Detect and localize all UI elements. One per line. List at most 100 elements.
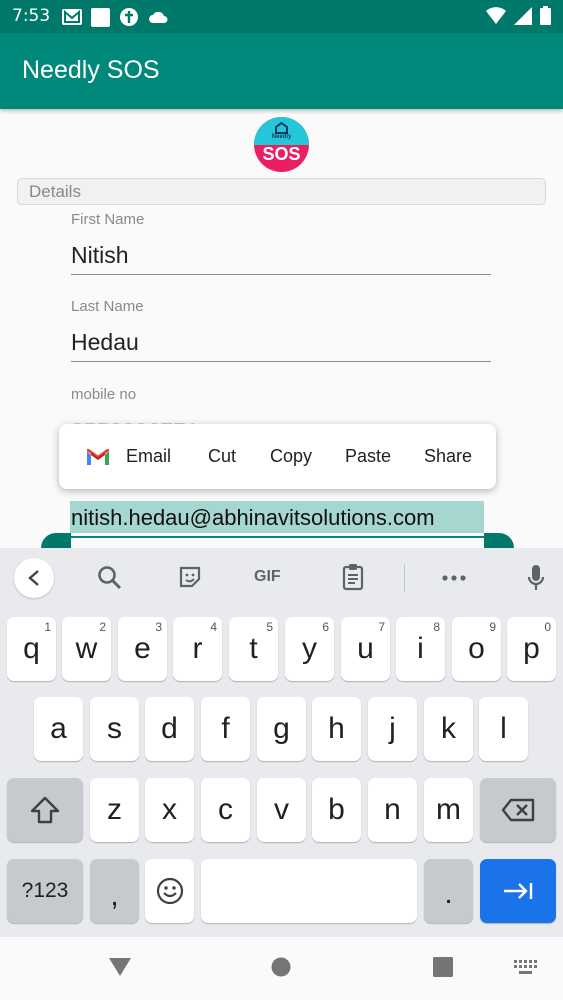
wifi-icon bbox=[486, 6, 506, 24]
clipboard-icon[interactable] bbox=[342, 563, 364, 591]
circle-icon bbox=[120, 8, 138, 26]
key-v[interactable]: v bbox=[257, 778, 306, 842]
key-s[interactable]: s bbox=[90, 697, 139, 761]
key-u[interactable]: u7 bbox=[341, 617, 390, 681]
menu-cut[interactable]: Cut bbox=[208, 446, 236, 467]
soft-keyboard: GIF q1 w2 e3 r4 t5 y6 u7 i8 o9 p0 a s d … bbox=[0, 548, 563, 937]
back-nav-icon[interactable] bbox=[108, 957, 132, 977]
key-w[interactable]: w2 bbox=[62, 617, 111, 681]
search-icon[interactable] bbox=[97, 565, 123, 591]
key-label: h bbox=[328, 712, 345, 745]
details-section-header: Details bbox=[17, 178, 546, 205]
menu-copy-label: Copy bbox=[270, 446, 313, 466]
key-label: p bbox=[523, 632, 540, 665]
key-d[interactable]: d bbox=[145, 697, 194, 761]
key-hint: 6 bbox=[322, 620, 329, 634]
key-h[interactable]: h bbox=[312, 697, 361, 761]
menu-share[interactable]: Share bbox=[424, 446, 472, 467]
key-label: f bbox=[221, 712, 230, 745]
key-label: w bbox=[75, 632, 98, 665]
key-a[interactable]: a bbox=[34, 697, 83, 761]
keyboard-switch-icon[interactable] bbox=[514, 960, 538, 976]
gif-button[interactable]: GIF bbox=[254, 568, 281, 586]
details-label: Details bbox=[29, 182, 81, 201]
key-e[interactable]: e3 bbox=[118, 617, 167, 681]
menu-cut-label: Cut bbox=[208, 446, 237, 466]
key-label: u bbox=[357, 632, 374, 665]
key-q[interactable]: q1 bbox=[7, 617, 56, 681]
text-selection-menu: Email Cut Copy Paste Share bbox=[59, 424, 496, 489]
shift-icon bbox=[30, 796, 60, 824]
first-name-field[interactable]: Nitish bbox=[71, 242, 129, 269]
backspace-icon bbox=[501, 798, 535, 822]
space-key[interactable] bbox=[201, 859, 417, 923]
key-z[interactable]: z bbox=[90, 778, 139, 842]
menu-email[interactable]: Email bbox=[86, 446, 171, 467]
key-m[interactable]: m bbox=[424, 778, 473, 842]
key-label: j bbox=[389, 712, 396, 745]
key-hint: 7 bbox=[378, 620, 385, 634]
status-time: 7:53 bbox=[12, 6, 51, 26]
battery-icon bbox=[540, 6, 551, 25]
backspace-key[interactable] bbox=[480, 778, 556, 842]
key-l[interactable]: l bbox=[479, 697, 528, 761]
key-hint: 9 bbox=[489, 620, 496, 634]
key-g[interactable]: g bbox=[257, 697, 306, 761]
period-key[interactable]: . bbox=[424, 859, 473, 923]
key-label: n bbox=[384, 793, 401, 826]
key-i[interactable]: i8 bbox=[396, 617, 445, 681]
key-j[interactable]: j bbox=[368, 697, 417, 761]
key-label: , bbox=[110, 879, 119, 912]
mic-icon[interactable] bbox=[527, 564, 545, 592]
key-r[interactable]: r4 bbox=[173, 617, 222, 681]
key-k[interactable]: k bbox=[424, 697, 473, 761]
key-p[interactable]: p0 bbox=[507, 617, 556, 681]
key-x[interactable]: x bbox=[145, 778, 194, 842]
key-label: c bbox=[218, 793, 233, 826]
gmail-icon bbox=[62, 9, 82, 25]
shift-key[interactable] bbox=[7, 778, 83, 842]
key-n[interactable]: n bbox=[368, 778, 417, 842]
next-key[interactable] bbox=[480, 859, 556, 923]
key-b[interactable]: b bbox=[312, 778, 361, 842]
menu-paste[interactable]: Paste bbox=[345, 446, 391, 467]
key-label: x bbox=[162, 793, 177, 826]
key-hint: 1 bbox=[44, 620, 51, 634]
key-label: . bbox=[444, 877, 453, 910]
key-hint: 0 bbox=[544, 620, 551, 634]
key-f[interactable]: f bbox=[201, 697, 250, 761]
sticker-icon[interactable] bbox=[178, 565, 202, 589]
key-label: z bbox=[107, 793, 122, 826]
emoji-icon bbox=[156, 877, 183, 905]
more-icon[interactable] bbox=[442, 575, 466, 581]
key-label: s bbox=[107, 712, 122, 745]
first-name-underline bbox=[71, 274, 491, 275]
menu-copy[interactable]: Copy bbox=[270, 446, 312, 467]
key-hint: 4 bbox=[210, 620, 217, 634]
first-name-label: First Name bbox=[71, 211, 145, 228]
last-name-field[interactable]: Hedau bbox=[71, 329, 139, 356]
home-nav-icon[interactable] bbox=[271, 957, 291, 977]
key-y[interactable]: y6 bbox=[285, 617, 334, 681]
symbols-key[interactable]: ?123 bbox=[7, 859, 83, 923]
key-label: o bbox=[468, 632, 485, 665]
recents-nav-icon[interactable] bbox=[433, 957, 453, 977]
key-hint: 2 bbox=[99, 620, 106, 634]
last-name-label: Last Name bbox=[71, 298, 144, 315]
navigation-bar bbox=[0, 937, 563, 1000]
logo-brand: Needly bbox=[271, 134, 292, 140]
keyboard-toolbar: GIF bbox=[0, 548, 563, 608]
key-t[interactable]: t5 bbox=[229, 617, 278, 681]
keyboard-back-button[interactable] bbox=[14, 558, 54, 598]
key-c[interactable]: c bbox=[201, 778, 250, 842]
key-label: q bbox=[23, 632, 40, 665]
cloud-icon bbox=[149, 11, 168, 23]
app-bar: Needly SOS bbox=[0, 33, 563, 109]
key-label: y bbox=[302, 632, 317, 665]
email-field[interactable]: nitish.hedau@abhinavitsolutions.com bbox=[71, 505, 435, 531]
key-label: b bbox=[328, 793, 345, 826]
comma-key[interactable]: , bbox=[90, 859, 139, 923]
emoji-key[interactable] bbox=[145, 859, 194, 923]
key-label: d bbox=[161, 712, 178, 745]
key-o[interactable]: o9 bbox=[452, 617, 501, 681]
